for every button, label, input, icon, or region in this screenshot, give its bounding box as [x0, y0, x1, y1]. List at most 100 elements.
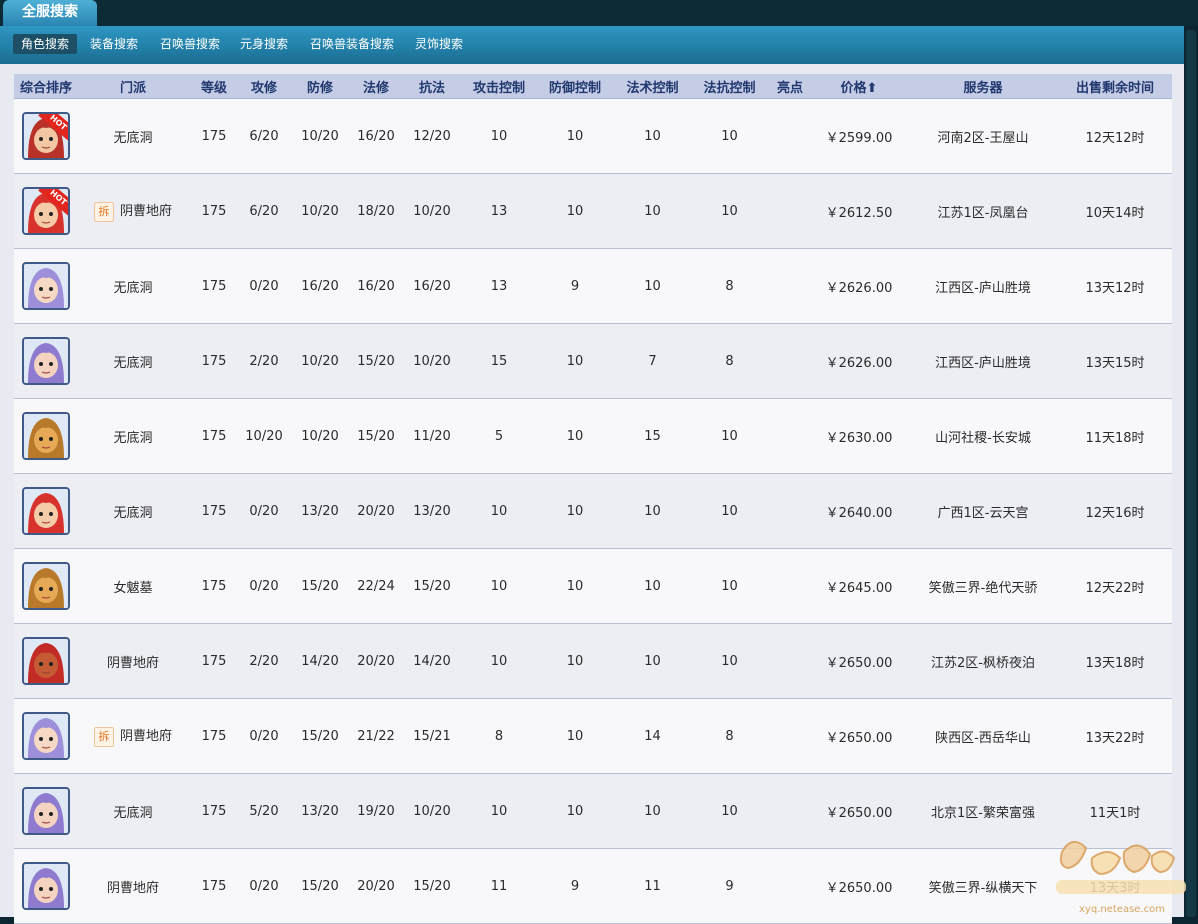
main-tab-global-search[interactable]: 全服搜索 [3, 0, 97, 26]
price-cell: ￥2612.50 [810, 173, 908, 249]
attack-control-cell: 13 [464, 248, 534, 324]
col-header-defense-cultivation[interactable]: 防修 [288, 74, 352, 99]
col-header-attack-cultivation[interactable]: 攻修 [240, 74, 288, 99]
level-cell: 175 [188, 773, 240, 849]
split-tag-icon: 拆 [93, 726, 114, 747]
server-cell: 江西区-庐山胜境 [908, 323, 1058, 399]
table-header-row: 综合排序 门派 等级 攻修 防修 法修 抗法 攻击控制 防御控制 法术控制 法抗… [14, 74, 1172, 99]
col-header-sect: 门派 [78, 74, 188, 99]
subnav-item-role-search[interactable]: 角色搜索 [13, 34, 78, 54]
col-header-defense-control[interactable]: 防御控制 [534, 74, 616, 99]
character-avatar[interactable] [22, 862, 70, 910]
character-avatar[interactable] [22, 337, 70, 385]
server-cell: 河南2区-王屋山 [908, 98, 1058, 174]
level-cell: 175 [188, 698, 240, 774]
magic-control-cell: 10 [616, 623, 689, 699]
character-avatar[interactable] [22, 637, 70, 685]
subnav-item-yuanshen-search[interactable]: 元身搜索 [232, 34, 296, 54]
subnav-item-equipment-search[interactable]: 装备搜索 [82, 34, 146, 54]
magic-control-cell: 14 [616, 698, 689, 774]
table-row[interactable]: 阴曹地府 175 0/20 15/20 20/20 15/20 11 9 11 9 ￥2650.00… [14, 848, 1172, 924]
server-cell: 山河社稷-长安城 [908, 398, 1058, 474]
col-header-remaining-time[interactable]: 出售剩余时间 [1058, 74, 1172, 99]
subnav-item-summon-search[interactable]: 召唤兽搜索 [152, 34, 228, 54]
col-header-price-sort[interactable]: 价格⬆ [810, 74, 908, 99]
character-avatar[interactable]: HOT [22, 112, 70, 160]
table-row[interactable]: HOT 无底洞 175 6/20 10/20 16/20 12/20 10 10 10 10 ￥259… [14, 98, 1172, 174]
resist-control-cell: 10 [689, 623, 770, 699]
col-header-magic-cultivation[interactable]: 法修 [352, 74, 400, 99]
split-tag-icon: 拆 [93, 201, 114, 222]
table-row[interactable]: 无底洞 175 0/20 16/20 16/20 16/20 13 9 10 8 ￥2626.00 江… [14, 248, 1172, 324]
sect-cell: 无底洞 [78, 248, 188, 324]
resist-control-cell: 10 [689, 98, 770, 174]
character-avatar[interactable] [22, 712, 70, 760]
col-header-highlight: 亮点 [770, 74, 810, 99]
character-avatar[interactable] [22, 412, 70, 460]
magic-resist-cell: 15/20 [400, 848, 464, 924]
sect-name: 阴曹地府 [106, 655, 159, 671]
sect-name: 阴曹地府 [119, 729, 172, 745]
table-row[interactable]: 拆阴曹地府 175 0/20 15/20 21/22 15/21 8 10 14 8 ￥2650.0… [14, 698, 1172, 774]
table-row[interactable]: 无底洞 175 2/20 10/20 15/20 10/20 15 10 7 8 ￥2626.00 江… [14, 323, 1172, 399]
sect-name: 无底洞 [113, 430, 153, 446]
defense-control-cell: 9 [534, 248, 616, 324]
level-cell: 175 [188, 173, 240, 249]
price-cell: ￥2650.00 [810, 623, 908, 699]
scrollbar[interactable] [1186, 30, 1196, 917]
character-avatar[interactable] [22, 262, 70, 310]
remaining-time-cell: 13天22时 [1058, 698, 1172, 774]
magic-control-cell: 15 [616, 398, 689, 474]
col-header-resist-control[interactable]: 法抗控制 [689, 74, 770, 99]
col-header-magic-control[interactable]: 法术控制 [616, 74, 689, 99]
sect-cell: 阴曹地府 [78, 623, 188, 699]
defense-cultivation-cell: 10/20 [288, 173, 352, 249]
highlight-cell [770, 248, 810, 324]
magic-cultivation-cell: 19/20 [352, 773, 400, 849]
attack-cultivation-cell: 2/20 [240, 623, 288, 699]
col-header-server: 服务器 [908, 74, 1058, 99]
sect-cell: 拆阴曹地府 [78, 173, 188, 249]
magic-control-cell: 10 [616, 473, 689, 549]
sect-cell: 无底洞 [78, 398, 188, 474]
character-avatar[interactable] [22, 562, 70, 610]
game-logo-watermark: xyq.netease.com [1056, 841, 1186, 915]
price-cell: ￥2626.00 [810, 248, 908, 324]
resist-control-cell: 10 [689, 473, 770, 549]
server-cell: 陕西区-西岳华山 [908, 698, 1058, 774]
col-header-magic-resist[interactable]: 抗法 [400, 74, 464, 99]
table-row[interactable]: 无底洞 175 0/20 13/20 20/20 13/20 10 10 10 10 ￥2640.0… [14, 473, 1172, 549]
attack-control-cell: 13 [464, 173, 534, 249]
table-row[interactable]: 无底洞 175 5/20 13/20 19/20 10/20 10 10 10 10 ￥2650.0… [14, 773, 1172, 849]
col-header-attack-control[interactable]: 攻击控制 [464, 74, 534, 99]
attack-cultivation-cell: 0/20 [240, 848, 288, 924]
defense-cultivation-cell: 13/20 [288, 473, 352, 549]
table-row[interactable]: 无底洞 175 10/20 10/20 15/20 11/20 5 10 15 10 ￥2630.0… [14, 398, 1172, 474]
character-avatar[interactable] [22, 487, 70, 535]
sect-cell: 阴曹地府 [78, 848, 188, 924]
level-cell: 175 [188, 323, 240, 399]
attack-cultivation-cell: 6/20 [240, 173, 288, 249]
magic-cultivation-cell: 22/24 [352, 548, 400, 624]
remaining-time-cell: 11天18时 [1058, 398, 1172, 474]
table-row[interactable]: 女魃墓 175 0/20 15/20 22/24 15/20 10 10 10 10 ￥2645.0… [14, 548, 1172, 624]
attack-cultivation-cell: 10/20 [240, 398, 288, 474]
subnav-bar: 角色搜索 装备搜索 召唤兽搜索 元身搜索 召唤兽装备搜索 灵饰搜索 [0, 26, 1184, 64]
level-cell: 175 [188, 98, 240, 174]
col-header-overall-sort[interactable]: 综合排序 [14, 74, 78, 99]
defense-control-cell: 10 [534, 698, 616, 774]
results-table: 综合排序 门派 等级 攻修 防修 法修 抗法 攻击控制 防御控制 法术控制 法抗… [14, 74, 1172, 924]
magic-cultivation-cell: 15/20 [352, 398, 400, 474]
defense-control-cell: 9 [534, 848, 616, 924]
defense-cultivation-cell: 16/20 [288, 248, 352, 324]
col-header-level[interactable]: 等级 [188, 74, 240, 99]
character-avatar[interactable]: HOT [22, 187, 70, 235]
subnav-item-lingshi-search[interactable]: 灵饰搜索 [407, 34, 471, 54]
table-row[interactable]: 阴曹地府 175 2/20 14/20 20/20 14/20 10 10 10 10 ￥2650.… [14, 623, 1172, 699]
character-avatar[interactable] [22, 787, 70, 835]
remaining-time-cell: 12天22时 [1058, 548, 1172, 624]
attack-cultivation-cell: 0/20 [240, 548, 288, 624]
subnav-item-summon-equipment-search[interactable]: 召唤兽装备搜索 [302, 34, 402, 54]
sect-name: 女魃墓 [113, 580, 153, 596]
table-row[interactable]: HOT 拆阴曹地府 175 6/20 10/20 18/20 10/20 13 10 10 10 ￥2… [14, 173, 1172, 249]
